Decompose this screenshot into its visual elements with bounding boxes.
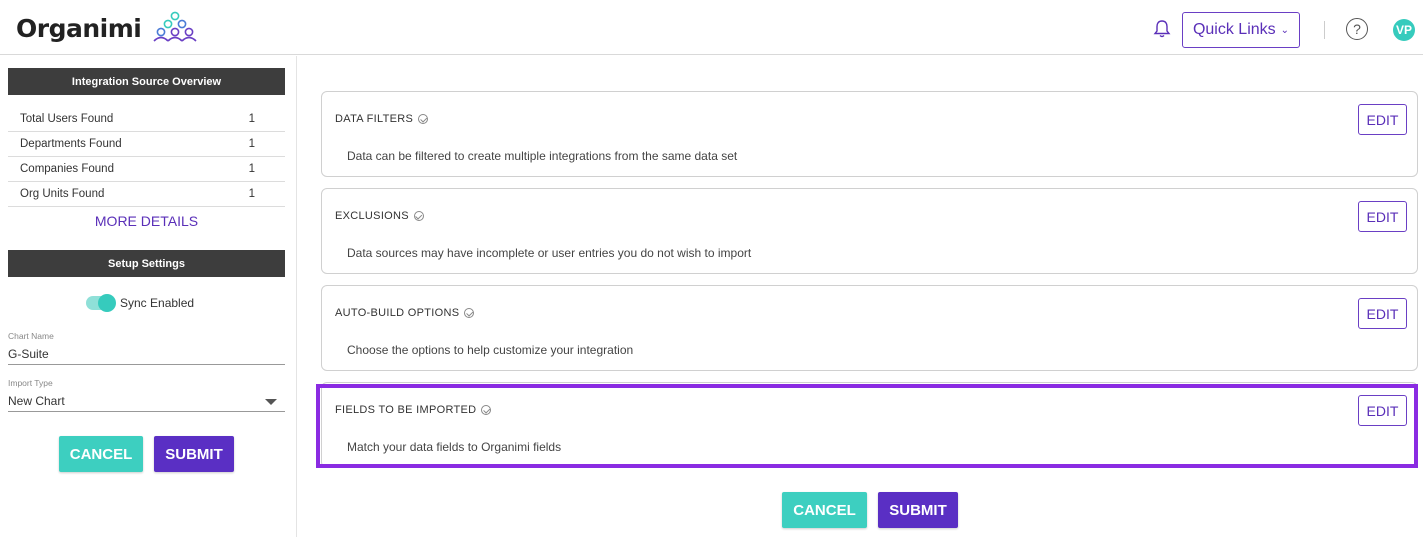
- sync-toggle[interactable]: [86, 294, 116, 312]
- stat-label: Companies Found: [20, 163, 114, 175]
- chevron-down-icon: ⌄: [1280, 24, 1290, 36]
- edit-data-filters-button[interactable]: EDIT: [1358, 104, 1407, 135]
- overview-section-title: Integration Source Overview: [8, 68, 285, 95]
- card-title: DATA FILTERS: [335, 113, 429, 125]
- user-avatar[interactable]: VP: [1393, 19, 1415, 41]
- card-auto-build-options: AUTO-BUILD OPTIONS Choose the options to…: [321, 285, 1418, 371]
- card-description: Data sources may have incomplete or user…: [347, 246, 752, 260]
- more-details-link[interactable]: MORE DETAILS: [8, 213, 285, 229]
- import-type-label: Import Type: [8, 378, 53, 388]
- setup-settings-title: Setup Settings: [8, 250, 285, 277]
- stat-row-departments: Departments Found 1: [8, 132, 285, 157]
- card-exclusions: EXCLUSIONS Data sources may have incompl…: [321, 188, 1418, 274]
- card-title-text: AUTO-BUILD OPTIONS: [335, 307, 460, 319]
- edit-auto-build-button[interactable]: EDIT: [1358, 298, 1407, 329]
- sync-toggle-row: Sync Enabled: [86, 294, 195, 312]
- stat-row-total-users: Total Users Found 1: [8, 107, 285, 132]
- check-circle-icon: [418, 114, 429, 124]
- org-chart-logo-icon: [153, 11, 197, 42]
- notification-bell-icon[interactable]: [1152, 19, 1172, 39]
- dropdown-caret-icon: [265, 399, 277, 405]
- overview-stats-list: Total Users Found 1 Departments Found 1 …: [8, 107, 285, 207]
- stat-value: 1: [248, 163, 255, 175]
- chart-name-label: Chart Name: [8, 331, 54, 341]
- stat-label: Departments Found: [20, 138, 122, 150]
- sidebar-cancel-button[interactable]: CANCEL: [59, 436, 143, 472]
- card-title: AUTO-BUILD OPTIONS: [335, 307, 475, 319]
- sidebar-submit-button[interactable]: SUBMIT: [154, 436, 234, 472]
- quick-links-label: Quick Links: [1192, 21, 1276, 38]
- footer-cancel-button[interactable]: CANCEL: [782, 492, 867, 528]
- card-description: Data can be filtered to create multiple …: [347, 149, 738, 163]
- chart-name-field[interactable]: G-Suite: [8, 347, 285, 365]
- header-divider: [1324, 21, 1325, 39]
- card-data-filters: DATA FILTERS Data can be filtered to cre…: [321, 91, 1418, 177]
- highlight-outline: [316, 384, 1418, 468]
- card-title-text: EXCLUSIONS: [335, 210, 409, 222]
- left-sidebar: Integration Source Overview Total Users …: [0, 56, 297, 537]
- card-description: Choose the options to help customize you…: [347, 343, 634, 357]
- stat-value: 1: [248, 138, 255, 150]
- stat-value: 1: [248, 113, 255, 125]
- quick-links-dropdown[interactable]: Quick Links ⌄: [1182, 12, 1300, 48]
- card-title: EXCLUSIONS: [335, 210, 424, 222]
- sync-label: Sync Enabled: [120, 296, 195, 310]
- check-circle-icon: [413, 211, 424, 221]
- top-header: Organimi Quick Links ⌄ ? VP: [0, 0, 1423, 55]
- stat-row-companies: Companies Found 1: [8, 157, 285, 182]
- organimi-logo[interactable]: Organimi: [16, 11, 201, 43]
- card-title-text: DATA FILTERS: [335, 113, 414, 125]
- stat-value: 1: [248, 188, 255, 200]
- import-type-value: New Chart: [8, 394, 65, 408]
- stat-label: Org Units Found: [20, 188, 105, 200]
- footer-submit-button[interactable]: SUBMIT: [878, 492, 958, 528]
- logo-text: Organimi: [16, 14, 142, 43]
- stat-label: Total Users Found: [20, 113, 114, 125]
- check-circle-icon: [464, 308, 475, 318]
- stat-row-org-units: Org Units Found 1: [8, 182, 285, 207]
- toggle-knob: [98, 294, 116, 312]
- edit-exclusions-button[interactable]: EDIT: [1358, 201, 1407, 232]
- import-type-select[interactable]: New Chart: [8, 394, 285, 412]
- help-icon[interactable]: ?: [1346, 18, 1368, 40]
